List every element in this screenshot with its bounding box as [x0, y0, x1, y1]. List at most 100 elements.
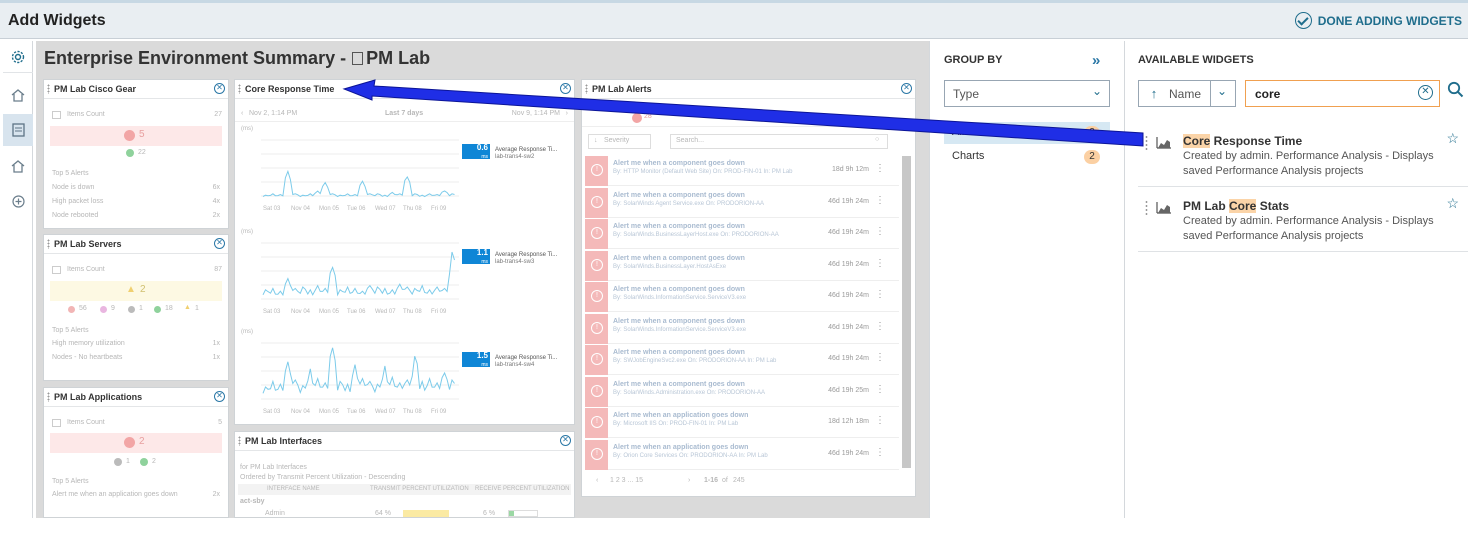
- current-value-badge: 1.1 ms: [462, 249, 490, 265]
- current-unit: ms: [481, 154, 488, 160]
- rx-value: 6 %: [483, 510, 496, 517]
- drag-handle-icon[interactable]: [238, 436, 241, 446]
- group-by-select[interactable]: Type ⌄: [944, 80, 1110, 107]
- group-by-title: GROUP BY: [944, 54, 1003, 66]
- items-count: 5: [218, 419, 222, 426]
- drag-handle-icon[interactable]: [238, 84, 241, 94]
- close-icon[interactable]: ✕: [560, 435, 571, 446]
- more-icon[interactable]: ⋮: [875, 352, 885, 363]
- more-icon[interactable]: ⋮: [875, 384, 885, 395]
- close-icon[interactable]: ✕: [901, 83, 912, 94]
- close-icon[interactable]: ✕: [214, 83, 225, 94]
- widget-interfaces[interactable]: PM Lab Interfaces ✕ for PM Lab Interfaces…: [234, 431, 575, 518]
- chevron-right-icon[interactable]: ›: [566, 110, 568, 117]
- alert-severity-icon: [585, 313, 608, 344]
- drag-handle-icon[interactable]: [47, 239, 50, 249]
- widget-servers[interactable]: PM Lab Servers ✕ Items Count 87 ▲ 2 56 9 …: [43, 234, 229, 381]
- close-icon[interactable]: ✕: [560, 83, 571, 94]
- check-circle-icon: [1294, 12, 1312, 29]
- alert-severity-icon: [585, 439, 608, 470]
- add-icon[interactable]: [3, 185, 33, 217]
- widget-alerts[interactable]: PM Lab Alerts ✕ 28 ↓ Severity Search... ○…: [581, 79, 916, 497]
- chevron-down-icon[interactable]: ⌄: [1217, 84, 1227, 98]
- sort-ascending-icon[interactable]: ↑: [1139, 86, 1169, 101]
- alert-severity-icon: [585, 156, 608, 186]
- available-widget-item[interactable]: Core Response Time Created by admin. Per…: [1138, 122, 1468, 187]
- alert-age: 46d 19h 24m: [828, 449, 869, 457]
- drag-handle-icon[interactable]: [47, 84, 50, 94]
- stat-count: 18: [165, 305, 173, 312]
- alert-row[interactable]: Alert me when a component goes downBy: S…: [585, 376, 899, 407]
- stat-count: 2: [152, 458, 156, 465]
- group-item-all-results[interactable]: All Results 2: [944, 122, 1110, 144]
- chevron-left-icon[interactable]: ‹: [241, 110, 243, 117]
- alert-age: 46d 19h 25m: [828, 386, 869, 394]
- current-unit: ms: [481, 362, 488, 368]
- widget-title: PM Lab Cisco Gear: [54, 84, 137, 94]
- column-header: INTERFACE NAME: [267, 486, 320, 492]
- gear-icon[interactable]: [3, 41, 33, 73]
- more-icon[interactable]: ⋮: [875, 289, 885, 300]
- more-icon[interactable]: ⋮: [875, 163, 885, 174]
- alert-severity-icon: [585, 282, 608, 312]
- alert-row[interactable]: Alert me when a component goes downBy: S…: [585, 187, 899, 218]
- response-chart: (ms) Sat 03 Nov 04 Mon 05 Tue 06 Wed 07 Thu 08…: [239, 327, 572, 419]
- home-icon[interactable]: [3, 79, 33, 111]
- alert-row[interactable]: Alert me when a component goes downBy: S…: [585, 313, 899, 344]
- alert-row[interactable]: Alert me when a component goes downBy: S…: [585, 219, 899, 249]
- drag-handle-icon[interactable]: [1144, 200, 1149, 215]
- sort-button[interactable]: ↑ Name ⌄: [1138, 80, 1236, 107]
- close-icon[interactable]: ✕: [214, 391, 225, 402]
- more-icon[interactable]: ⋮: [875, 447, 885, 458]
- more-icon[interactable]: ⋮: [875, 321, 885, 332]
- drag-handle-icon[interactable]: [47, 392, 50, 402]
- more-icon[interactable]: ⋮: [875, 226, 885, 237]
- sort-icon: ↓: [594, 137, 598, 144]
- dashboard-icon[interactable]: [3, 114, 33, 146]
- more-icon[interactable]: ⋮: [875, 258, 885, 269]
- collapse-chevron-icon[interactable]: »: [1092, 52, 1100, 69]
- widget-title: PM Lab Applications: [54, 392, 143, 402]
- widget-header: PM Lab Applications ✕: [44, 388, 228, 407]
- star-icon[interactable]: ☆: [1446, 130, 1459, 147]
- done-adding-widgets-button[interactable]: DONE ADDING WIDGETS: [1294, 12, 1462, 29]
- tx-bar: [403, 510, 449, 517]
- alert-row[interactable]: Alert me when an application goes downBy…: [585, 439, 899, 470]
- warning-icon: ▲: [184, 304, 191, 311]
- pager-pages[interactable]: 1 2 3 ... 15: [610, 477, 643, 484]
- widget-cisco-gear[interactable]: PM Lab Cisco Gear ✕ Items Count 27 5 22 T…: [43, 79, 229, 229]
- x-tick-label: Wed 07: [375, 206, 396, 212]
- alert-row[interactable]: Alert me when a component goes downBy: S…: [585, 250, 899, 281]
- clear-icon[interactable]: ✕: [1418, 85, 1433, 100]
- current-value-badge: 1.5 ms: [462, 352, 490, 368]
- alert-count: 6x: [212, 184, 220, 191]
- group-item-charts[interactable]: Charts 2: [944, 146, 1110, 168]
- group-label: act-sby: [240, 498, 265, 505]
- alert-row[interactable]: Alert me when a component goes down By: H…: [585, 156, 899, 186]
- star-icon[interactable]: ☆: [1446, 195, 1459, 212]
- pager-prev[interactable]: ‹: [596, 477, 598, 484]
- drag-handle-icon[interactable]: [1144, 135, 1149, 150]
- more-icon[interactable]: ⋮: [875, 415, 885, 426]
- alert-row[interactable]: Alert me when a component goes downBy: S…: [585, 345, 899, 375]
- pager-next[interactable]: ›: [688, 477, 690, 484]
- dashboard-canvas: Enterprise Environment Summary - PM Lab …: [36, 41, 929, 518]
- widget-applications[interactable]: PM Lab Applications ✕ Items Count 5 2 1 2…: [43, 387, 229, 518]
- widget-search-input[interactable]: core ✕: [1245, 80, 1440, 107]
- stat-count: 1: [126, 458, 130, 465]
- x-tick-label: Nov 04: [291, 309, 311, 315]
- alert-row[interactable]: Alert me when a component goes downBy: S…: [585, 282, 899, 312]
- scrollbar[interactable]: [902, 156, 911, 468]
- alert-count: 2x: [212, 491, 220, 498]
- search-icon[interactable]: ○: [875, 136, 879, 143]
- x-tick-label: Wed 07: [375, 309, 396, 315]
- alert-row[interactable]: Alert me when an application goes downBy…: [585, 408, 899, 438]
- available-widget-item[interactable]: PM Lab Core Stats Created by admin. Perf…: [1138, 187, 1468, 252]
- home-icon[interactable]: [3, 150, 33, 182]
- alert-source: By: SolarWinds.BusinessLayer.HostAsExe: [613, 263, 727, 270]
- widget-core-response-time[interactable]: Core Response Time ✕ ‹ Nov 2, 1:14 PM Las…: [234, 79, 575, 425]
- search-icon[interactable]: [1441, 80, 1468, 107]
- more-icon[interactable]: ⋮: [875, 195, 885, 206]
- close-icon[interactable]: ✕: [214, 238, 225, 249]
- drag-handle-icon[interactable]: [585, 84, 588, 94]
